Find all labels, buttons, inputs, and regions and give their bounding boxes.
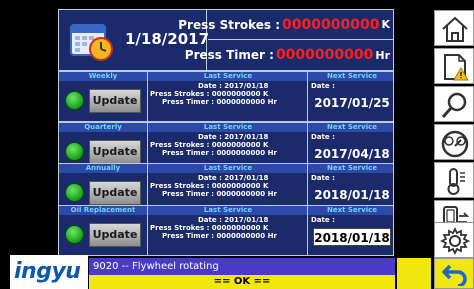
service-title-bar: Annually Last Service Next Service [59,164,393,173]
service-title-bar: Weekly Last Service Next Service [59,72,393,81]
press-timer-label: Press Timer : [184,48,274,62]
last-service-info: Date : 2017/01/18 Press Strokes : 000000… [148,216,306,240]
press-strokes-label: Press Strokes : [178,17,281,32]
next-service-label: Date : [311,133,335,141]
last-service-date: Date : 2017/01/18 [198,82,269,90]
divider [307,72,308,121]
last-service-strokes: Press Strokes : 0000000000 K [150,141,269,149]
last-service-timer: Press Timer : 0000000000 Hr [162,98,277,106]
calendar-clock-icon [70,24,113,61]
thermometer-icon [447,168,465,195]
brand-logo: ingyu [10,255,88,289]
next-service-label: Date : [311,82,335,90]
press-timer-row: Press Timer : 0000000000 Hr [185,40,394,70]
status-message: 9020 -- Flywheel rotating [89,258,395,275]
last-service-timer: Press Timer : 0000000000 Hr [162,232,277,240]
update-button[interactable]: Update [89,89,141,113]
service-title-bar: Quarterly Last Service Next Service [59,123,393,132]
service-weekly: Weekly Last Service Next Service Update … [58,71,394,122]
press-strokes-value: 0000000000 [282,16,380,33]
press-strokes-row: Press Strokes : 0000000000 K [178,10,394,40]
last-service-info: Date : 2017/01/18 Press Strokes : 000000… [148,174,306,198]
next-service-date: 2017/04/18 [314,147,390,161]
last-service-header: Last Service [203,123,253,131]
service-name: Oil Replacement [70,206,136,214]
next-service-date: 2018/01/18 [314,188,390,202]
last-service-strokes: Press Strokes : 0000000000 K [150,224,269,232]
last-service-strokes: Press Strokes : 0000000000 K [150,90,269,98]
next-service-header: Next Service [326,164,377,172]
document-warning-icon [444,54,469,81]
last-service-info: Date : 2017/01/18 Press Strokes : 000000… [148,133,306,157]
magnifier-icon [441,92,467,118]
service-name: Annually [85,164,121,172]
search-button[interactable] [434,86,474,122]
screen: 1/18/2017 Press Strokes : 0000000000 K P… [0,0,474,289]
gauge-icon [441,130,469,158]
status-indicator [65,225,84,244]
undo-arrow-icon [442,264,467,286]
status-indicator [65,183,84,202]
last-service-date: Date : 2017/01/18 [198,216,269,224]
header-panel: 1/18/2017 Press Strokes : 0000000000 K P… [58,9,394,71]
update-button[interactable]: Update [89,223,141,247]
status-indicator [65,91,84,110]
service-name: Weekly [88,72,118,80]
last-service-header: Last Service [203,72,253,80]
temperature-button[interactable] [434,162,474,198]
press-timer-value: 0000000000 [275,47,374,63]
next-service-date[interactable]: 2018/01/18 [313,228,391,246]
next-service-label: Date : [311,216,335,224]
press-strokes-unit: K [381,18,390,31]
next-service-header: Next Service [326,206,377,214]
back-button[interactable] [434,258,474,289]
gauge-button[interactable] [434,124,474,160]
next-service-header: Next Service [326,72,377,80]
press-timer-unit: Hr [375,48,390,62]
settings-gear-icon [439,226,471,256]
divider [307,206,308,255]
last-service-info: Date : 2017/01/18 Press Strokes : 000000… [148,82,306,106]
last-service-timer: Press Timer : 0000000000 Hr [162,149,277,157]
status-indicator [65,142,84,161]
update-button[interactable]: Update [89,181,141,205]
settings-button[interactable] [434,222,474,258]
home-icon [442,16,468,42]
next-service-date: 2017/01/25 [314,96,390,110]
current-date: 1/18/2017 [125,30,210,48]
last-service-date: Date : 2017/01/18 [198,174,269,182]
last-service-date: Date : 2017/01/18 [198,133,269,141]
last-service-timer: Press Timer : 0000000000 Hr [162,190,277,198]
last-service-strokes: Press Strokes : 0000000000 K [150,182,269,190]
ok-message: == OK == [89,275,395,289]
service-name: Quarterly [84,123,122,131]
document-warning-button[interactable] [434,48,474,84]
home-button[interactable] [434,10,474,46]
service-title-bar: Oil Replacement Last Service Next Servic… [59,206,393,215]
sidebar [434,0,474,289]
next-service-label: Date : [311,174,335,182]
last-service-header: Last Service [203,164,253,172]
alarm-indicator [397,258,431,289]
update-button[interactable]: Update [89,140,141,164]
next-service-header: Next Service [326,123,377,131]
service-oil-replacement: Oil Replacement Last Service Next Servic… [58,205,394,256]
last-service-header: Last Service [203,206,253,214]
